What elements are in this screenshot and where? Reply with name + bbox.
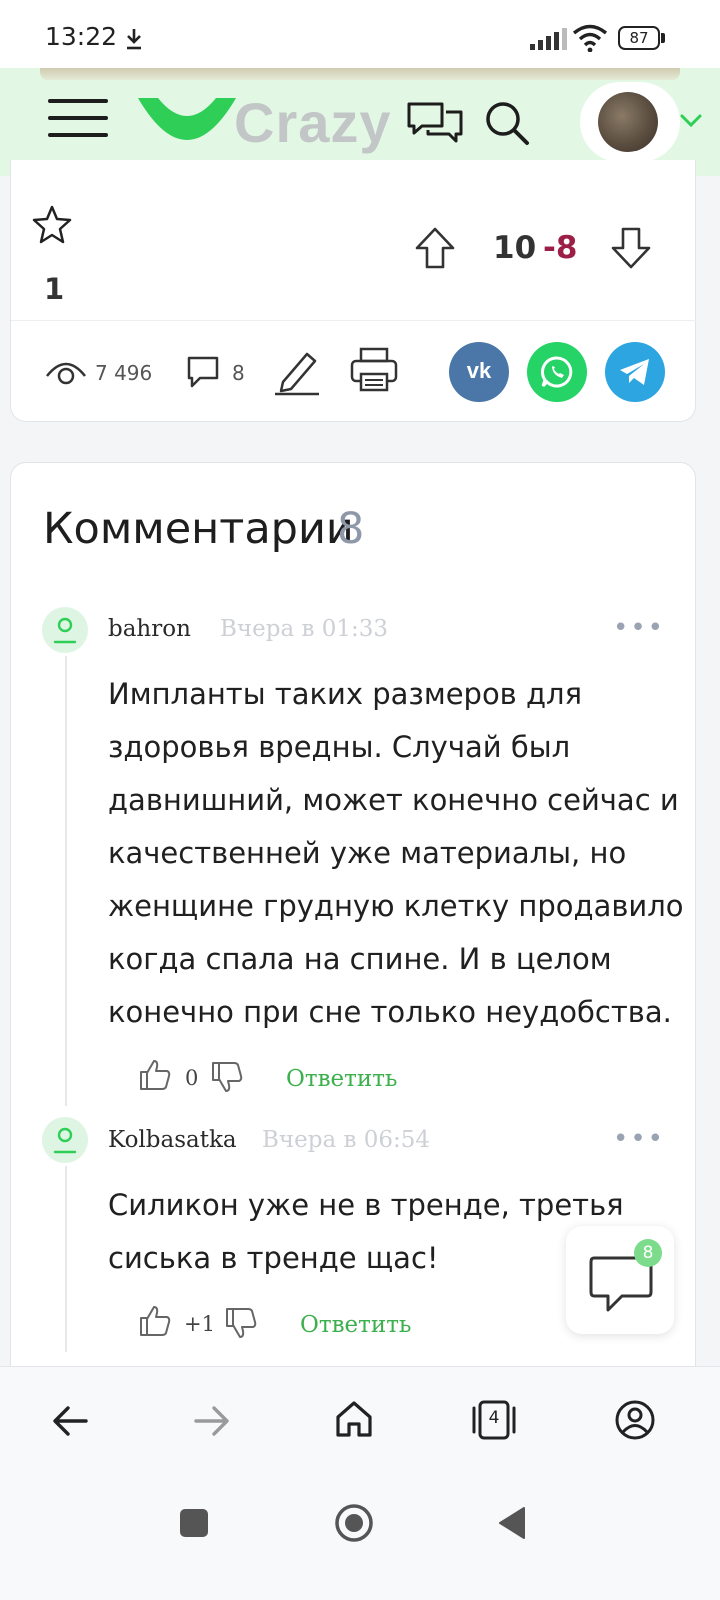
eye-icon bbox=[46, 362, 86, 385]
user-icon bbox=[53, 1127, 77, 1154]
back-arrow-icon[interactable] bbox=[50, 1403, 90, 1439]
upvotes-count: 10 bbox=[493, 230, 537, 266]
comment-text: Импланты таких размеров для здоровья вре… bbox=[108, 677, 684, 1029]
status-bar: 13:22 87 bbox=[0, 0, 720, 74]
favorites-count: 1 bbox=[44, 272, 65, 306]
whatsapp-share-button[interactable] bbox=[527, 342, 587, 402]
upvote-icon[interactable] bbox=[413, 226, 457, 270]
recents-button[interactable] bbox=[180, 1509, 208, 1537]
system-home-button[interactable] bbox=[334, 1503, 374, 1543]
thumbs-up-icon[interactable] bbox=[138, 1304, 172, 1338]
download-icon bbox=[127, 29, 141, 50]
logo-text: Crazy bbox=[234, 91, 392, 154]
comment-author[interactable]: Kolbasatka bbox=[108, 1127, 237, 1153]
thread-line bbox=[65, 656, 67, 1106]
telegram-icon bbox=[620, 359, 649, 385]
article-footer-card: 1 10 -8 7 496 8 vk bbox=[10, 160, 697, 422]
thumbs-up-icon[interactable] bbox=[138, 1058, 172, 1092]
status-time: 13:22 bbox=[45, 22, 118, 51]
forward-arrow-icon[interactable] bbox=[192, 1403, 232, 1439]
comments-total-count: 8 bbox=[337, 504, 365, 554]
comment-likes: 0 bbox=[185, 1066, 199, 1090]
system-back-button[interactable] bbox=[496, 1505, 528, 1541]
comment-likes: +1 bbox=[184, 1312, 215, 1336]
wifi-icon bbox=[572, 24, 608, 52]
comment-icon[interactable] bbox=[185, 354, 221, 390]
reply-button[interactable]: Ответить bbox=[286, 1066, 397, 1092]
signal-icon bbox=[530, 28, 567, 50]
downvote-icon[interactable] bbox=[609, 226, 653, 270]
chevron-down-icon[interactable] bbox=[680, 114, 702, 128]
more-options-icon[interactable]: ••• bbox=[613, 1124, 665, 1154]
comment-avatar[interactable] bbox=[42, 1117, 88, 1163]
views-count: 7 496 bbox=[95, 361, 153, 385]
whatsapp-icon bbox=[541, 356, 573, 388]
comment-avatar[interactable] bbox=[42, 607, 88, 653]
telegram-share-button[interactable] bbox=[605, 342, 665, 402]
user-icon bbox=[53, 617, 77, 644]
tab-count: 4 bbox=[488, 1408, 500, 1428]
search-icon[interactable] bbox=[484, 100, 530, 146]
divider bbox=[11, 320, 697, 321]
chat-badge: 8 bbox=[634, 1239, 662, 1267]
comment-time: Вчера в 06:54 bbox=[262, 1127, 431, 1153]
reply-button[interactable]: Ответить bbox=[300, 1312, 411, 1338]
comments-title: Комментарии bbox=[43, 504, 354, 554]
user-avatar bbox=[598, 92, 658, 152]
vk-icon: vk bbox=[466, 358, 492, 383]
home-icon[interactable] bbox=[334, 1399, 374, 1439]
thread-line bbox=[65, 1166, 67, 1352]
logo-smile-icon bbox=[138, 98, 236, 140]
vk-share-button[interactable]: vk bbox=[449, 342, 509, 402]
thumbs-down-icon[interactable] bbox=[224, 1306, 258, 1340]
print-icon[interactable] bbox=[349, 346, 399, 394]
star-icon[interactable] bbox=[31, 204, 73, 244]
edit-icon[interactable] bbox=[273, 348, 321, 396]
user-menu-button[interactable] bbox=[580, 82, 680, 162]
more-options-icon[interactable]: ••• bbox=[613, 613, 665, 643]
comment-author[interactable]: bahron bbox=[108, 616, 191, 642]
menu-icon[interactable] bbox=[48, 98, 110, 138]
downvotes-count: -8 bbox=[543, 230, 578, 266]
profile-icon[interactable] bbox=[614, 1399, 656, 1441]
comment-time: Вчера в 01:33 bbox=[220, 616, 389, 642]
browser-toolbar bbox=[0, 1366, 720, 1600]
battery-level: 87 bbox=[629, 29, 649, 47]
chats-icon[interactable] bbox=[406, 100, 464, 144]
comments-count: 8 bbox=[232, 361, 245, 385]
thumbs-down-icon[interactable] bbox=[210, 1060, 244, 1094]
